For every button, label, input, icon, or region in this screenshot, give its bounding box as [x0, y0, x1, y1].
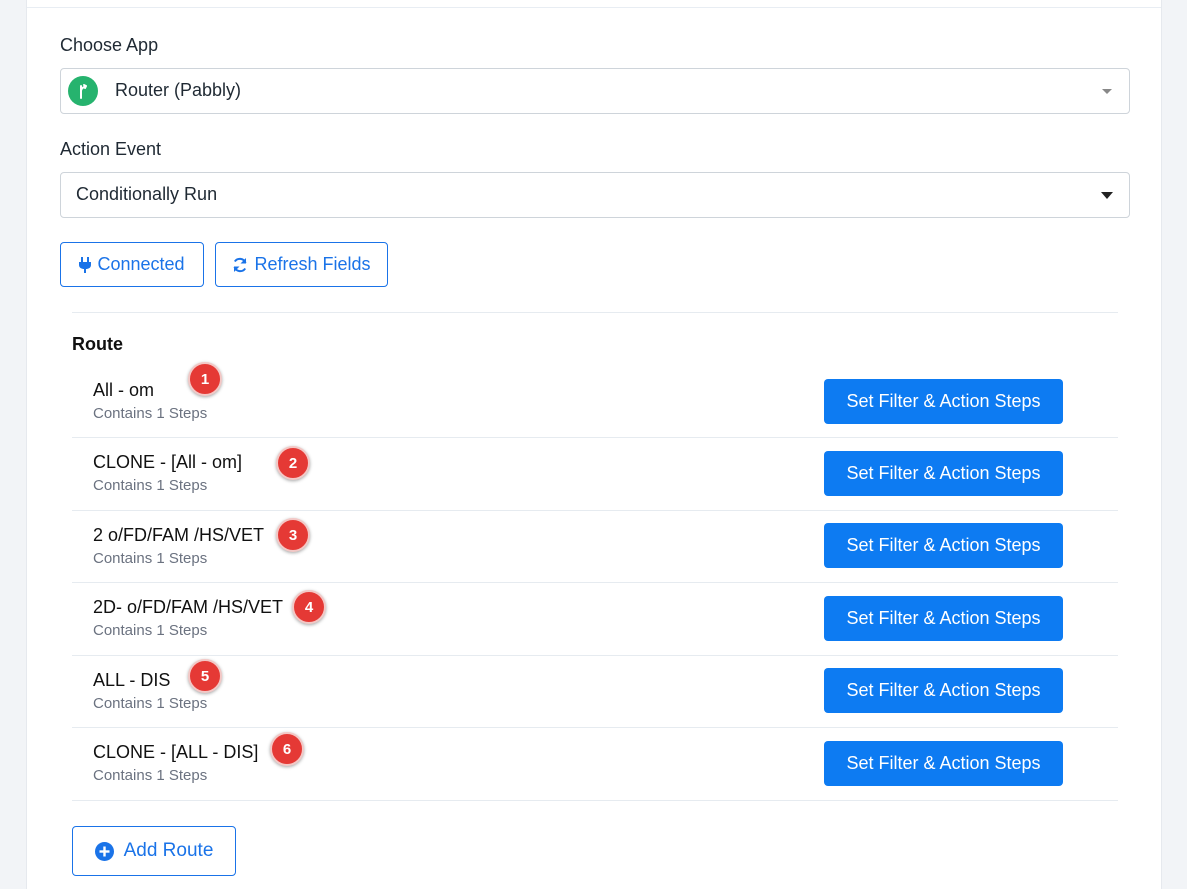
add-route-button[interactable]: Add Route — [72, 826, 236, 876]
chevron-down-icon — [1101, 192, 1113, 199]
choose-app-label: Choose App — [60, 35, 159, 55]
route-steps: Contains 1 Steps — [93, 405, 208, 422]
route-divider — [72, 437, 1118, 438]
top-divider — [27, 7, 1161, 8]
route-number-badge: 2 — [276, 446, 310, 480]
section-divider — [72, 312, 1118, 313]
set-filter-action-steps-button[interactable]: Set Filter & Action Steps — [824, 523, 1063, 568]
add-route-label: Add Route — [123, 840, 214, 861]
route-name: CLONE - [ALL - DIS] — [93, 742, 259, 762]
chevron-down-icon — [1102, 89, 1112, 94]
route-divider — [72, 582, 1118, 583]
route-number-badge: 5 — [188, 659, 222, 693]
route-name: All - om — [93, 380, 155, 400]
set-filter-action-steps-button[interactable]: Set Filter & Action Steps — [824, 741, 1063, 786]
route-steps: Contains 1 Steps — [93, 550, 208, 567]
choose-app-select[interactable]: Router (Pabbly) — [60, 68, 1130, 114]
route-heading: Route — [72, 334, 123, 354]
route-number-badge: 4 — [292, 590, 326, 624]
set-filter-action-steps-button[interactable]: Set Filter & Action Steps — [824, 379, 1063, 424]
route-number-badge: 6 — [270, 732, 304, 766]
action-event-value: Conditionally Run — [76, 184, 218, 204]
plug-icon — [79, 256, 92, 273]
route-number-badge: 3 — [276, 518, 310, 552]
set-filter-action-steps-button[interactable]: Set Filter & Action Steps — [824, 596, 1063, 641]
route-name: 2 o/FD/FAM /HS/VET — [93, 525, 265, 545]
choose-app-value: Router (Pabbly) — [115, 80, 242, 100]
set-filter-action-steps-button[interactable]: Set Filter & Action Steps — [824, 668, 1063, 713]
route-steps: Contains 1 Steps — [93, 767, 208, 784]
route-divider — [72, 655, 1118, 656]
route-name: 2D- o/FD/FAM /HS/VET — [93, 597, 284, 617]
route-steps: Contains 1 Steps — [93, 622, 208, 639]
route-divider — [72, 727, 1118, 728]
connected-button[interactable]: Connected — [60, 242, 204, 287]
refresh-fields-button[interactable]: Refresh Fields — [215, 242, 388, 287]
route-steps: Contains 1 Steps — [93, 695, 208, 712]
connected-label: Connected — [97, 254, 185, 274]
action-event-label: Action Event — [60, 139, 162, 159]
route-divider — [72, 800, 1118, 801]
route-divider — [72, 510, 1118, 511]
plus-circle-icon — [94, 841, 114, 861]
step-panel: Choose App Router (Pabbly) Action Event … — [26, 0, 1162, 889]
route-number-badge: 1 — [188, 362, 222, 396]
action-event-select[interactable]: Conditionally Run — [60, 172, 1130, 218]
router-icon — [68, 76, 98, 106]
refresh-icon — [234, 257, 247, 272]
route-steps: Contains 1 Steps — [93, 477, 208, 494]
route-name: CLONE - [All - om] — [93, 452, 243, 472]
refresh-fields-label: Refresh Fields — [254, 254, 371, 274]
route-name: ALL - DIS — [93, 670, 171, 690]
set-filter-action-steps-button[interactable]: Set Filter & Action Steps — [824, 451, 1063, 496]
